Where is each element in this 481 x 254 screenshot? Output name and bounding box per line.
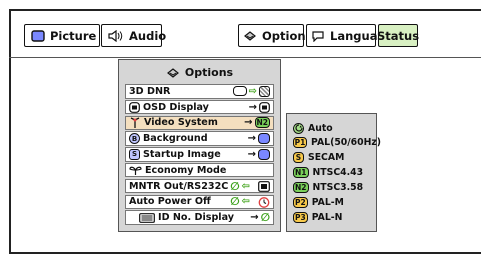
submenu-item-label: SECAM (308, 152, 345, 164)
menu-item-label: 3D DNR (129, 85, 171, 97)
timer-icon (258, 196, 270, 208)
tab-options[interactable]: Options (238, 24, 312, 47)
submenu-item-pal-m[interactable]: P2 PAL-M (293, 195, 376, 209)
auto-icon (293, 122, 304, 134)
menu-item-video-system[interactable]: Video System → N2 (125, 115, 274, 131)
menu-item-startup-image[interactable]: S Startup Image → (125, 147, 274, 162)
tab-picture[interactable]: Picture (24, 24, 100, 47)
speaker-icon (108, 29, 124, 42)
blue-image-icon (258, 148, 270, 160)
screen-icon (31, 29, 45, 42)
arrow-right-icon: → (248, 101, 257, 113)
menu-item-background[interactable]: B Background → (125, 131, 274, 146)
tab-language[interactable]: Language (306, 24, 394, 47)
submenu-item-label: NTSC3.58 (312, 182, 364, 194)
speech-bubble-icon (311, 30, 325, 42)
submenu-item-label: PAL-N (311, 211, 343, 223)
pattern-icon (259, 85, 270, 97)
options-icon (243, 30, 257, 42)
options-icon (166, 67, 180, 79)
tab-audio[interactable]: Audio (101, 24, 166, 47)
startup-image-icon: S (129, 148, 140, 160)
background-icon: B (129, 133, 140, 145)
menu-item-label: MNTR Out/RS232C (129, 180, 229, 192)
economy-leaf-icon (129, 165, 142, 176)
leaf-icon: ∅ (260, 211, 270, 225)
n2-badge-icon: N2 (293, 182, 309, 194)
options-menu: Options 3D DNR ⇨ OSD Display → Video Sys… (118, 59, 281, 232)
menu-item-label: ID No. Display (158, 212, 235, 224)
menu-item-mntr-out[interactable]: MNTR Out/RS232C ∅ ⇦ (125, 178, 274, 194)
arrow-right-icon: → (247, 148, 256, 160)
arrow-right-icon: → (244, 117, 253, 129)
tab-bar-divider (9, 57, 481, 58)
menu-title: Options (119, 66, 280, 79)
submenu-item-secam[interactable]: S SECAM (293, 151, 376, 165)
menu-item-label: Background (143, 133, 208, 145)
toggle-icon (232, 86, 247, 97)
osd-icon (259, 101, 270, 113)
arrow-double-icon: ⇨ (248, 85, 257, 97)
osd-icon (129, 101, 140, 113)
arrow-left-icon: ⇦ (241, 196, 250, 208)
menu-item-3d-dnr[interactable]: 3D DNR ⇨ (125, 84, 274, 99)
p1-badge-icon: P1 (293, 137, 307, 149)
submenu-item-pal[interactable]: P1 PAL(50/60Hz) (293, 136, 381, 150)
id-card-icon (139, 212, 155, 223)
p2-badge-icon: P2 (293, 196, 308, 208)
submenu-item-ntsc358[interactable]: N2 NTSC3.58 (293, 181, 376, 195)
menu-item-label: Economy Mode (145, 164, 227, 176)
frame-top-border (9, 9, 481, 11)
submenu-item-auto[interactable]: Auto (293, 121, 376, 135)
tab-options-label: Options (262, 28, 313, 43)
menu-item-label: Auto Power Off (129, 196, 211, 208)
menu-item-auto-power-off[interactable]: Auto Power Off ∅ ⇦ (125, 194, 274, 210)
s-badge-icon: S (293, 152, 304, 164)
p3-badge-icon: P3 (293, 211, 308, 223)
monitor-icon (258, 180, 270, 192)
arrow-right-icon: → (247, 133, 256, 145)
submenu-item-label: Auto (308, 122, 333, 134)
submenu-item-pal-n[interactable]: P3 PAL-N (293, 210, 376, 224)
leaf-icon: ∅ (230, 179, 240, 193)
menu-title-text: Options (184, 66, 234, 79)
antenna-icon (129, 117, 141, 129)
tab-audio-label: Audio (129, 28, 167, 43)
n1-badge-icon: N1 (293, 167, 309, 179)
tab-status[interactable]: Status (376, 24, 420, 47)
arrow-right-icon: → (250, 212, 259, 224)
frame-left-border (9, 9, 11, 254)
arrow-left-icon: ⇦ (241, 180, 250, 192)
blue-background-icon (258, 133, 270, 145)
tab-picture-label: Picture (50, 28, 97, 43)
menu-item-id-no-display[interactable]: ID No. Display → ∅ (125, 210, 274, 225)
menu-item-economy-mode[interactable]: Economy Mode (125, 162, 274, 178)
submenu-item-label: PAL(50/60Hz) (311, 137, 382, 149)
submenu-item-label: PAL-M (311, 196, 344, 208)
menu-item-osd-display[interactable]: OSD Display → (125, 99, 274, 115)
menu-item-label: Video System (144, 117, 218, 129)
tab-status-label: Status (376, 28, 420, 43)
menu-item-label: Startup Image (143, 148, 221, 160)
leaf-icon: ∅ (230, 195, 240, 209)
video-system-submenu: Auto P1 PAL(50/60Hz) S SECAM N1 NTSC4.43… (286, 113, 381, 232)
menu-item-label: OSD Display (143, 101, 209, 113)
submenu-item-label: NTSC4.43 (312, 167, 364, 179)
video-system-value-badge: N2 (254, 117, 270, 129)
submenu-item-ntsc443[interactable]: N1 NTSC4.43 (293, 166, 376, 180)
